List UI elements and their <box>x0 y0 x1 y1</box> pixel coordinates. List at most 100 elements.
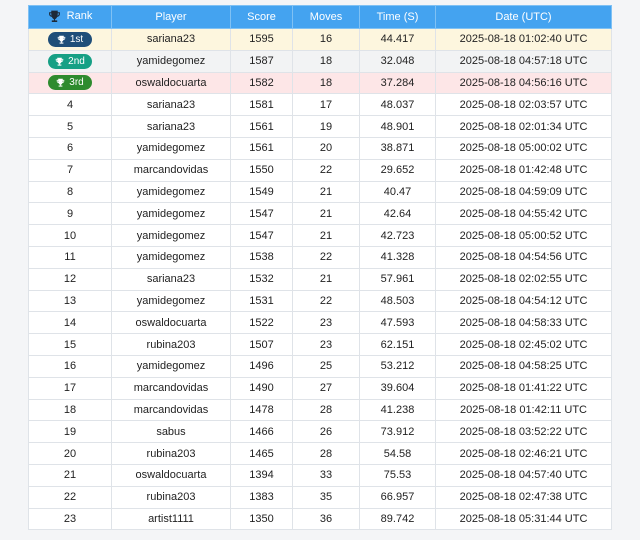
table-row: 22 rubina203 1383 35 66.957 2025-08-18 02:47:… <box>28 485 612 509</box>
rank-badge-silver: 2nd <box>48 53 92 69</box>
rank-header-label: Rank <box>66 9 93 22</box>
time-cell: 89.742 <box>359 507 436 531</box>
moves-cell: 35 <box>292 485 360 509</box>
moves-cell: 27 <box>292 376 360 400</box>
score-cell: 1561 <box>230 136 293 160</box>
rank-cell: 10 <box>28 224 112 247</box>
date-cell: 2025-08-18 04:55:42 UTC <box>435 202 612 226</box>
time-cell: 32.048 <box>359 49 436 73</box>
rank-cell: 21 <box>28 463 112 487</box>
table-row: 21 oswaldocuarta 1394 33 75.53 2025-08-18 04:… <box>28 463 612 487</box>
table-row: 17 marcandovidas 1490 27 39.604 2025-08-18 01… <box>28 376 612 400</box>
header-row: Rank Player Score Moves Time (S) Date (U… <box>28 5 612 29</box>
date-cell: 2025-08-18 02:45:02 UTC <box>435 333 612 356</box>
rank-cell: 5 <box>28 115 112 138</box>
table-row: 11 yamidegomez 1538 22 41.328 2025-08-18 04:5… <box>28 245 612 269</box>
rank-cell: 20 <box>28 442 112 465</box>
moves-cell: 23 <box>292 333 360 356</box>
player-cell: rubina203 <box>111 333 231 356</box>
score-cell: 1595 <box>230 28 293 51</box>
time-cell: 48.037 <box>359 93 436 117</box>
rank-cell: 13 <box>28 289 112 313</box>
score-header[interactable]: Score <box>230 5 293 29</box>
player-cell: artist1111 <box>111 507 231 531</box>
rank-cell: 12 <box>28 267 112 291</box>
date-cell: 2025-08-18 02:46:21 UTC <box>435 442 612 465</box>
rank-cell: 19 <box>28 420 112 444</box>
date-cell: 2025-08-18 04:54:12 UTC <box>435 289 612 313</box>
moves-cell: 21 <box>292 267 360 291</box>
moves-cell: 22 <box>292 158 360 182</box>
rank-badge-label: 3rd <box>69 77 84 89</box>
rank-badge-label: 1st <box>69 33 84 45</box>
table-row: 23 artist1111 1350 36 89.742 2025-08-18 05:31… <box>28 507 612 531</box>
player-cell: oswaldocuarta <box>111 463 231 487</box>
leaderboard-table: Rank Player Score Moves Time (S) Date (U… <box>28 5 612 531</box>
date-cell: 2025-08-18 04:58:33 UTC <box>435 311 612 335</box>
score-cell: 1478 <box>230 398 293 422</box>
table-row: 19 sabus 1466 26 73.912 2025-08-18 03:52:22 U… <box>28 420 612 444</box>
time-cell: 42.64 <box>359 202 436 226</box>
date-cell: 2025-08-18 01:42:48 UTC <box>435 158 612 182</box>
time-cell: 73.912 <box>359 420 436 444</box>
leaderboard-body: 1st sariana23 1595 16 44.417 2025-08-18 01:02… <box>28 28 612 531</box>
time-header[interactable]: Time (S) <box>359 5 436 29</box>
player-cell: yamidegomez <box>111 202 231 226</box>
moves-header[interactable]: Moves <box>292 5 360 29</box>
player-cell: sabus <box>111 420 231 444</box>
date-cell: 2025-08-18 04:56:16 UTC <box>435 71 612 95</box>
score-cell: 1549 <box>230 180 293 204</box>
table-row: 14 oswaldocuarta 1522 23 47.593 2025-08-18 04… <box>28 311 612 335</box>
player-header[interactable]: Player <box>111 5 231 29</box>
table-row: 20 rubina203 1465 28 54.58 2025-08-18 02:46:2… <box>28 442 612 465</box>
score-cell: 1522 <box>230 311 293 335</box>
table-row: 15 rubina203 1507 23 62.151 2025-08-18 02:45:… <box>28 333 612 356</box>
player-cell: marcandovidas <box>111 158 231 182</box>
date-header[interactable]: Date (UTC) <box>435 5 612 29</box>
moves-cell: 33 <box>292 463 360 487</box>
time-cell: 48.503 <box>359 289 436 313</box>
rank-cell: 1st <box>28 28 112 51</box>
time-cell: 37.284 <box>359 71 436 95</box>
date-cell: 2025-08-18 02:03:57 UTC <box>435 93 612 117</box>
player-cell: sariana23 <box>111 93 231 117</box>
moves-cell: 21 <box>292 202 360 226</box>
rank-header[interactable]: Rank <box>28 5 112 29</box>
time-cell: 53.212 <box>359 354 436 378</box>
score-cell: 1507 <box>230 333 293 356</box>
score-cell: 1547 <box>230 224 293 247</box>
rank-badge-gold: 1st <box>48 31 92 47</box>
table-row: 13 yamidegomez 1531 22 48.503 2025-08-18 04:5… <box>28 289 612 313</box>
rank-cell: 18 <box>28 398 112 422</box>
moves-cell: 17 <box>292 93 360 117</box>
trophy-icon <box>48 10 60 22</box>
table-row: 9 yamidegomez 1547 21 42.64 2025-08-18 04:55:… <box>28 202 612 226</box>
rank-cell: 6 <box>28 136 112 160</box>
player-cell: marcandovidas <box>111 376 231 400</box>
moves-cell: 23 <box>292 311 360 335</box>
date-cell: 2025-08-18 05:00:52 UTC <box>435 224 612 247</box>
moves-cell: 20 <box>292 136 360 160</box>
table-row: 4 sariana23 1581 17 48.037 2025-08-18 02:03:5… <box>28 93 612 117</box>
player-cell: marcandovidas <box>111 398 231 422</box>
date-cell: 2025-08-18 01:41:22 UTC <box>435 376 612 400</box>
score-cell: 1581 <box>230 93 293 117</box>
table-row: 3rd oswaldocuarta 1582 18 37.284 2025-08-18 0… <box>28 71 612 95</box>
moves-cell: 19 <box>292 115 360 138</box>
time-cell: 75.53 <box>359 463 436 487</box>
time-cell: 54.58 <box>359 442 436 465</box>
score-cell: 1531 <box>230 289 293 313</box>
rank-cell: 23 <box>28 507 112 531</box>
moves-cell: 18 <box>292 71 360 95</box>
trophy-icon <box>57 35 66 44</box>
player-cell: sariana23 <box>111 28 231 51</box>
date-cell: 2025-08-18 04:58:25 UTC <box>435 354 612 378</box>
date-cell: 2025-08-18 04:57:40 UTC <box>435 463 612 487</box>
player-cell: sariana23 <box>111 115 231 138</box>
rank-badge-label: 2nd <box>68 55 85 67</box>
date-cell: 2025-08-18 04:57:18 UTC <box>435 49 612 73</box>
time-cell: 41.328 <box>359 245 436 269</box>
table-row: 16 yamidegomez 1496 25 53.212 2025-08-18 04:5… <box>28 354 612 378</box>
trophy-icon <box>57 79 65 88</box>
table-row: 6 yamidegomez 1561 20 38.871 2025-08-18 05:00… <box>28 136 612 160</box>
